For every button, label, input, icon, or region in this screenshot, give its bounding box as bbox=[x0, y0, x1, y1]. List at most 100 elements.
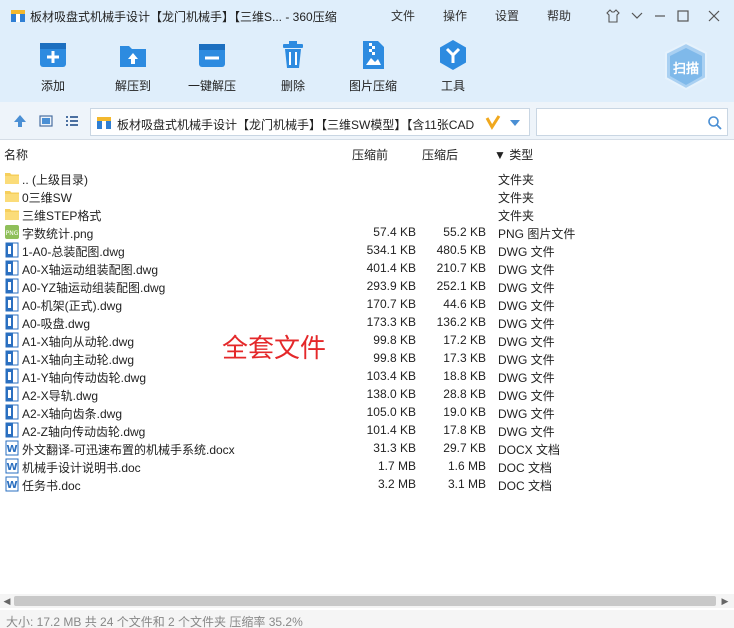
extract-to-button[interactable]: 解压到 bbox=[98, 38, 168, 98]
file-compressed-size: 44.6 KB bbox=[443, 297, 486, 311]
file-name: .. (上级目录) bbox=[22, 173, 88, 187]
file-row[interactable]: 三维STEP格式 文件夹 bbox=[0, 205, 720, 223]
file-size: 173.3 KB bbox=[366, 315, 416, 329]
search-input[interactable] bbox=[536, 108, 728, 136]
maximize-icon[interactable] bbox=[673, 6, 693, 26]
file-type: DOC 文档 bbox=[498, 479, 553, 493]
archive-icon bbox=[96, 115, 112, 134]
menu-settings[interactable]: 设置 bbox=[495, 7, 519, 24]
file-name: 字数统计.png bbox=[22, 227, 94, 241]
file-type: DWG 文件 bbox=[498, 263, 555, 277]
file-row[interactable]: A2-Z轴向传动齿轮.dwg 101.4 KB 17.8 KB DWG 文件 bbox=[0, 421, 720, 439]
image-compress-button[interactable]: 图片压缩 bbox=[338, 38, 408, 98]
path-field[interactable]: 板材吸盘式机械手设计【龙门机械手】【三维SW模型】【含11张CAD bbox=[90, 108, 530, 136]
file-type: DWG 文件 bbox=[498, 317, 555, 331]
file-row[interactable]: A2-X轴向齿条.dwg 105.0 KB 19.0 KB DWG 文件 bbox=[0, 403, 720, 421]
column-compressed[interactable]: 压缩后 bbox=[422, 146, 458, 164]
file-name: A0-X轴运动组装配图.dwg bbox=[22, 263, 159, 277]
dwg-file-icon bbox=[4, 260, 20, 276]
column-name[interactable]: 名称 bbox=[4, 146, 28, 164]
word-doc-icon: W bbox=[4, 458, 20, 474]
file-type: 文件夹 bbox=[498, 209, 535, 223]
svg-text:PNG: PNG bbox=[6, 230, 19, 237]
horizontal-scrollbar[interactable]: ◀ ▶ bbox=[0, 594, 734, 608]
file-row[interactable]: W 外文翻译-可迅速布置的机械手系统.docx 31.3 KB 29.7 KB DOCX… bbox=[0, 439, 720, 457]
view-thumbnail-icon[interactable] bbox=[38, 113, 54, 129]
file-type: DWG 文件 bbox=[498, 353, 555, 367]
view-list-icon[interactable] bbox=[64, 113, 80, 129]
file-row[interactable]: 0三维SW 文件夹 bbox=[0, 187, 720, 205]
file-row[interactable]: A0-YZ轴运动组装配图.dwg 293.9 KB 252.1 KB DWG 文件 bbox=[0, 277, 720, 295]
folder-icon bbox=[4, 170, 20, 186]
png-file-icon: PNG bbox=[4, 224, 20, 240]
file-type: DWG 文件 bbox=[498, 425, 555, 439]
word-doc-icon: W bbox=[4, 476, 20, 492]
file-size: 105.0 KB bbox=[366, 405, 416, 419]
dwg-file-icon bbox=[4, 314, 20, 330]
folder-icon bbox=[4, 206, 20, 222]
file-compressed-size: 28.8 KB bbox=[443, 387, 486, 401]
file-size: 99.8 KB bbox=[373, 351, 416, 365]
tools-button[interactable]: 工具 bbox=[418, 38, 488, 98]
path-dropdown-icon[interactable] bbox=[509, 117, 521, 131]
file-name: 外文翻译-可迅速布置的机械手系统.docx bbox=[22, 443, 235, 457]
file-row[interactable]: A0-X轴运动组装配图.dwg 401.4 KB 210.7 KB DWG 文件 bbox=[0, 259, 720, 277]
file-size: 170.7 KB bbox=[366, 297, 416, 311]
scan-button[interactable]: 扫描 bbox=[660, 40, 712, 92]
file-row[interactable]: .. (上级目录) 文件夹 bbox=[0, 169, 720, 187]
file-size: 534.1 KB bbox=[366, 243, 416, 257]
tools-icon bbox=[436, 38, 470, 72]
dwg-file-icon bbox=[4, 368, 20, 384]
file-name: 任务书.doc bbox=[22, 479, 81, 493]
file-row[interactable]: PNG 字数统计.png 57.4 KB 55.2 KB PNG 图片文件 bbox=[0, 223, 720, 241]
delete-button[interactable]: 删除 bbox=[258, 38, 328, 98]
dwg-file-icon bbox=[4, 332, 20, 348]
column-size[interactable]: 压缩前 bbox=[352, 146, 388, 164]
menu-file[interactable]: 文件 bbox=[391, 7, 415, 24]
up-arrow-icon[interactable] bbox=[12, 113, 28, 129]
delete-icon bbox=[276, 38, 310, 72]
extract-to-icon bbox=[116, 38, 150, 72]
file-name: 机械手设计说明书.doc bbox=[22, 461, 141, 475]
file-size: 293.9 KB bbox=[366, 279, 416, 293]
file-row[interactable]: A0-吸盘.dwg 173.3 KB 136.2 KB DWG 文件 bbox=[0, 313, 720, 331]
file-row[interactable]: A0-机架(正式).dwg 170.7 KB 44.6 KB DWG 文件 bbox=[0, 295, 720, 313]
file-row[interactable]: W 任务书.doc 3.2 MB 3.1 MB DOC 文档 bbox=[0, 475, 720, 493]
file-row[interactable]: W 机械手设计说明书.doc 1.7 MB 1.6 MB DOC 文档 bbox=[0, 457, 720, 475]
file-size: 101.4 KB bbox=[366, 423, 416, 437]
one-click-extract-icon bbox=[195, 38, 229, 72]
one-click-extract-label: 一键解压 bbox=[187, 79, 236, 93]
menu-operation[interactable]: 操作 bbox=[443, 7, 467, 24]
word-doc-icon: W bbox=[4, 440, 20, 456]
file-row[interactable]: A1-Y轴向传动齿轮.dwg 103.4 KB 18.8 KB DWG 文件 bbox=[0, 367, 720, 385]
path-text: 板材吸盘式机械手设计【龙门机械手】【三维SW模型】【含11张CAD bbox=[117, 118, 475, 132]
status-bar: 大小: 17.2 MB 共 24 个文件和 2 个文件夹 压缩率 35.2% bbox=[0, 610, 734, 628]
file-compressed-size: 252.1 KB bbox=[436, 279, 486, 293]
overlay-text: 全套文件 bbox=[222, 334, 327, 364]
column-type[interactable]: ▼ 类型 bbox=[494, 146, 533, 164]
file-row[interactable]: A2-X导轨.dwg 138.0 KB 28.8 KB DWG 文件 bbox=[0, 385, 720, 403]
scroll-left-icon[interactable]: ◀ bbox=[2, 596, 12, 606]
search-icon[interactable] bbox=[707, 115, 723, 134]
file-type: DWG 文件 bbox=[498, 335, 555, 349]
address-bar: 板材吸盘式机械手设计【龙门机械手】【三维SW模型】【含11张CAD bbox=[0, 102, 734, 140]
file-compressed-size: 17.2 KB bbox=[443, 333, 486, 347]
dwg-file-icon bbox=[4, 386, 20, 402]
scroll-thumb[interactable] bbox=[14, 596, 716, 606]
skin-icon[interactable] bbox=[603, 6, 623, 26]
image-compress-icon bbox=[356, 38, 390, 72]
scroll-right-icon[interactable]: ▶ bbox=[720, 596, 730, 606]
one-click-extract-button[interactable]: 一键解压 bbox=[177, 38, 247, 98]
file-compressed-size: 17.3 KB bbox=[443, 351, 486, 365]
file-row[interactable]: 1-A0-总装配图.dwg 534.1 KB 480.5 KB DWG 文件 bbox=[0, 241, 720, 259]
minimize-icon[interactable] bbox=[650, 6, 670, 26]
menu-help[interactable]: 帮助 bbox=[547, 7, 571, 24]
file-row[interactable]: A1-X轴向从动轮.dwg 99.8 KB 17.2 KB DWG 文件 bbox=[0, 331, 720, 349]
file-size: 3.2 MB bbox=[377, 477, 416, 491]
menu-dropdown-icon[interactable] bbox=[627, 6, 647, 26]
add-button[interactable]: 添加 bbox=[18, 38, 88, 98]
file-row[interactable]: A1-X轴向主动轮.dwg 99.8 KB 17.3 KB DWG 文件 bbox=[0, 349, 720, 367]
file-size: 31.3 KB bbox=[373, 441, 416, 455]
file-name: A2-Z轴向传动齿轮.dwg bbox=[22, 425, 146, 439]
close-icon[interactable] bbox=[704, 6, 724, 26]
